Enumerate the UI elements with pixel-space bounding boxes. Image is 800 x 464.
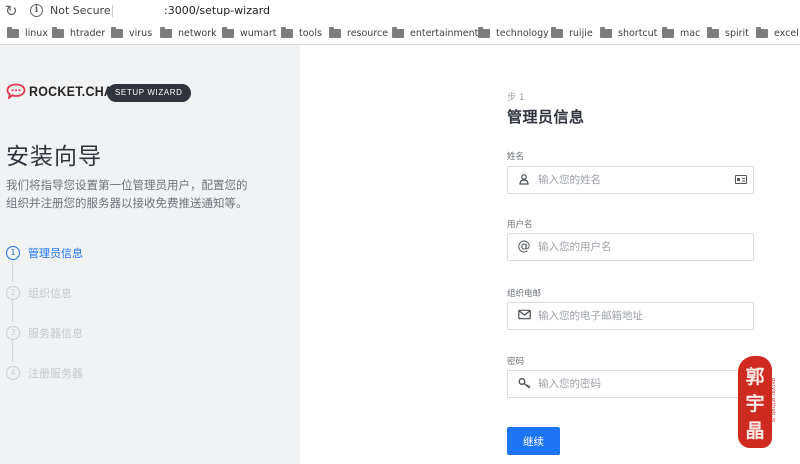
step-register-server: 4 注册服务器 bbox=[6, 364, 83, 382]
url-text[interactable]: :3000/setup-wizard bbox=[118, 3, 270, 19]
bookmark-network[interactable]: network bbox=[160, 22, 217, 44]
security-label[interactable]: Not Secure bbox=[50, 3, 111, 19]
bookmark-label: virus bbox=[129, 27, 153, 39]
username-input[interactable] bbox=[538, 239, 728, 255]
folder-icon bbox=[392, 26, 404, 38]
mail-icon bbox=[517, 309, 531, 323]
bookmarks-bar: linux htrader virus network wumart tools… bbox=[0, 22, 800, 45]
bookmark-label: mac bbox=[680, 27, 701, 39]
step-label: 服务器信息 bbox=[28, 327, 83, 340]
user-icon bbox=[517, 173, 531, 187]
bookmark-label: excel bbox=[774, 27, 799, 39]
username-field[interactable]: @ bbox=[507, 233, 754, 261]
bookmark-label: wumart bbox=[240, 27, 277, 39]
bookmark-label: entertainment bbox=[410, 27, 479, 39]
seal-char: 晶 bbox=[745, 420, 765, 442]
bookmark-label: resource bbox=[347, 27, 389, 39]
step-server-info: 3 服务器信息 bbox=[6, 324, 83, 342]
folder-icon bbox=[160, 26, 172, 38]
bookmark-shortcut[interactable]: shortcut bbox=[600, 22, 657, 44]
bookmark-linux[interactable]: linux bbox=[7, 22, 48, 44]
bookmark-label: tools bbox=[299, 27, 322, 39]
bookmark-entertainment[interactable]: entertainment bbox=[392, 22, 478, 44]
step-label: 组织信息 bbox=[28, 287, 72, 300]
setup-wizard-badge: SETUP WIZARD bbox=[107, 84, 191, 102]
bookmark-label: network bbox=[178, 27, 217, 39]
continue-button[interactable]: 继续 bbox=[507, 427, 560, 455]
step-number: 3 bbox=[6, 326, 20, 340]
folder-icon bbox=[756, 26, 768, 38]
seal-watermark: 郭 宇 晶 bbox=[738, 356, 772, 448]
url-path[interactable]: :3000/setup-wizard bbox=[164, 4, 270, 17]
folder-icon bbox=[7, 26, 19, 38]
password-field[interactable] bbox=[507, 370, 754, 398]
email-field[interactable] bbox=[507, 302, 754, 330]
bookmark-tools[interactable]: tools bbox=[281, 22, 322, 44]
folder-icon bbox=[551, 26, 563, 38]
folder-icon bbox=[222, 26, 234, 38]
info-icon[interactable]: i bbox=[30, 4, 43, 17]
bookmark-htrader[interactable]: htrader bbox=[52, 22, 105, 44]
at-icon: @ bbox=[517, 239, 531, 254]
step-organization-info: 2 组织信息 bbox=[6, 284, 72, 302]
step-number: 2 bbox=[6, 286, 20, 300]
folder-icon bbox=[707, 26, 719, 38]
wizard-sidebar: ROCKET.CHAT SETUP WIZARD 安装向导 我们将指导您设置第一… bbox=[0, 45, 300, 464]
bookmark-mac[interactable]: mac bbox=[662, 22, 700, 44]
step-indicator: 步 1 bbox=[507, 93, 525, 103]
name-label: 姓名 bbox=[507, 152, 525, 162]
step-label: 注册服务器 bbox=[28, 367, 83, 380]
email-input[interactable] bbox=[538, 308, 728, 324]
step-number: 1 bbox=[6, 246, 20, 260]
reload-icon[interactable]: ↻ bbox=[5, 2, 18, 20]
bookmark-wumart[interactable]: wumart bbox=[222, 22, 277, 44]
rocket-chat-bubble-icon bbox=[6, 83, 26, 99]
browser-address-bar: ↻ i Not Secure :3000/setup-wizard bbox=[0, 0, 800, 22]
seal-char: 郭 bbox=[745, 366, 765, 388]
seal-side-text: gyrvgr.github.io bbox=[770, 378, 776, 423]
bookmark-label: ruijie bbox=[569, 27, 593, 39]
folder-icon bbox=[52, 26, 64, 38]
folder-icon bbox=[478, 26, 490, 38]
folder-icon bbox=[662, 26, 674, 38]
folder-icon bbox=[281, 26, 293, 38]
seal-char: 宇 bbox=[745, 393, 765, 415]
bookmark-label: linux bbox=[25, 27, 48, 39]
form-title: 管理员信息 bbox=[507, 108, 585, 126]
bookmark-technology[interactable]: technology bbox=[478, 22, 549, 44]
bookmark-label: shortcut bbox=[618, 27, 658, 39]
email-label: 组织电邮 bbox=[507, 289, 542, 299]
name-input[interactable] bbox=[538, 172, 728, 188]
name-field[interactable] bbox=[507, 166, 754, 194]
bookmark-label: technology bbox=[496, 27, 549, 39]
bookmark-ruijie[interactable]: ruijie bbox=[551, 22, 593, 44]
folder-icon bbox=[600, 26, 612, 38]
bookmark-resource[interactable]: resource bbox=[329, 22, 388, 44]
bookmark-spirit[interactable]: spirit bbox=[707, 22, 749, 44]
step-number: 4 bbox=[6, 366, 20, 380]
password-input[interactable] bbox=[538, 376, 728, 392]
wizard-description: 我们将指导您设置第一位管理员用户，配置您的组织并注册您的服务器以接收免费推送通知… bbox=[6, 178, 248, 210]
bookmark-virus[interactable]: virus bbox=[111, 22, 152, 44]
bookmark-label: htrader bbox=[70, 27, 106, 39]
page-title: 安装向导 bbox=[6, 144, 102, 170]
username-label: 用户名 bbox=[507, 220, 533, 230]
folder-icon bbox=[111, 26, 123, 38]
divider bbox=[112, 5, 113, 17]
bookmark-excel[interactable]: excel bbox=[756, 22, 799, 44]
step-label: 管理员信息 bbox=[28, 247, 83, 260]
step-admin-info: 1 管理员信息 bbox=[6, 244, 83, 262]
folder-icon bbox=[329, 26, 341, 38]
contact-card-icon[interactable] bbox=[735, 175, 747, 184]
password-label: 密码 bbox=[507, 357, 525, 367]
bookmark-label: spirit bbox=[725, 27, 749, 39]
key-icon bbox=[517, 377, 531, 391]
